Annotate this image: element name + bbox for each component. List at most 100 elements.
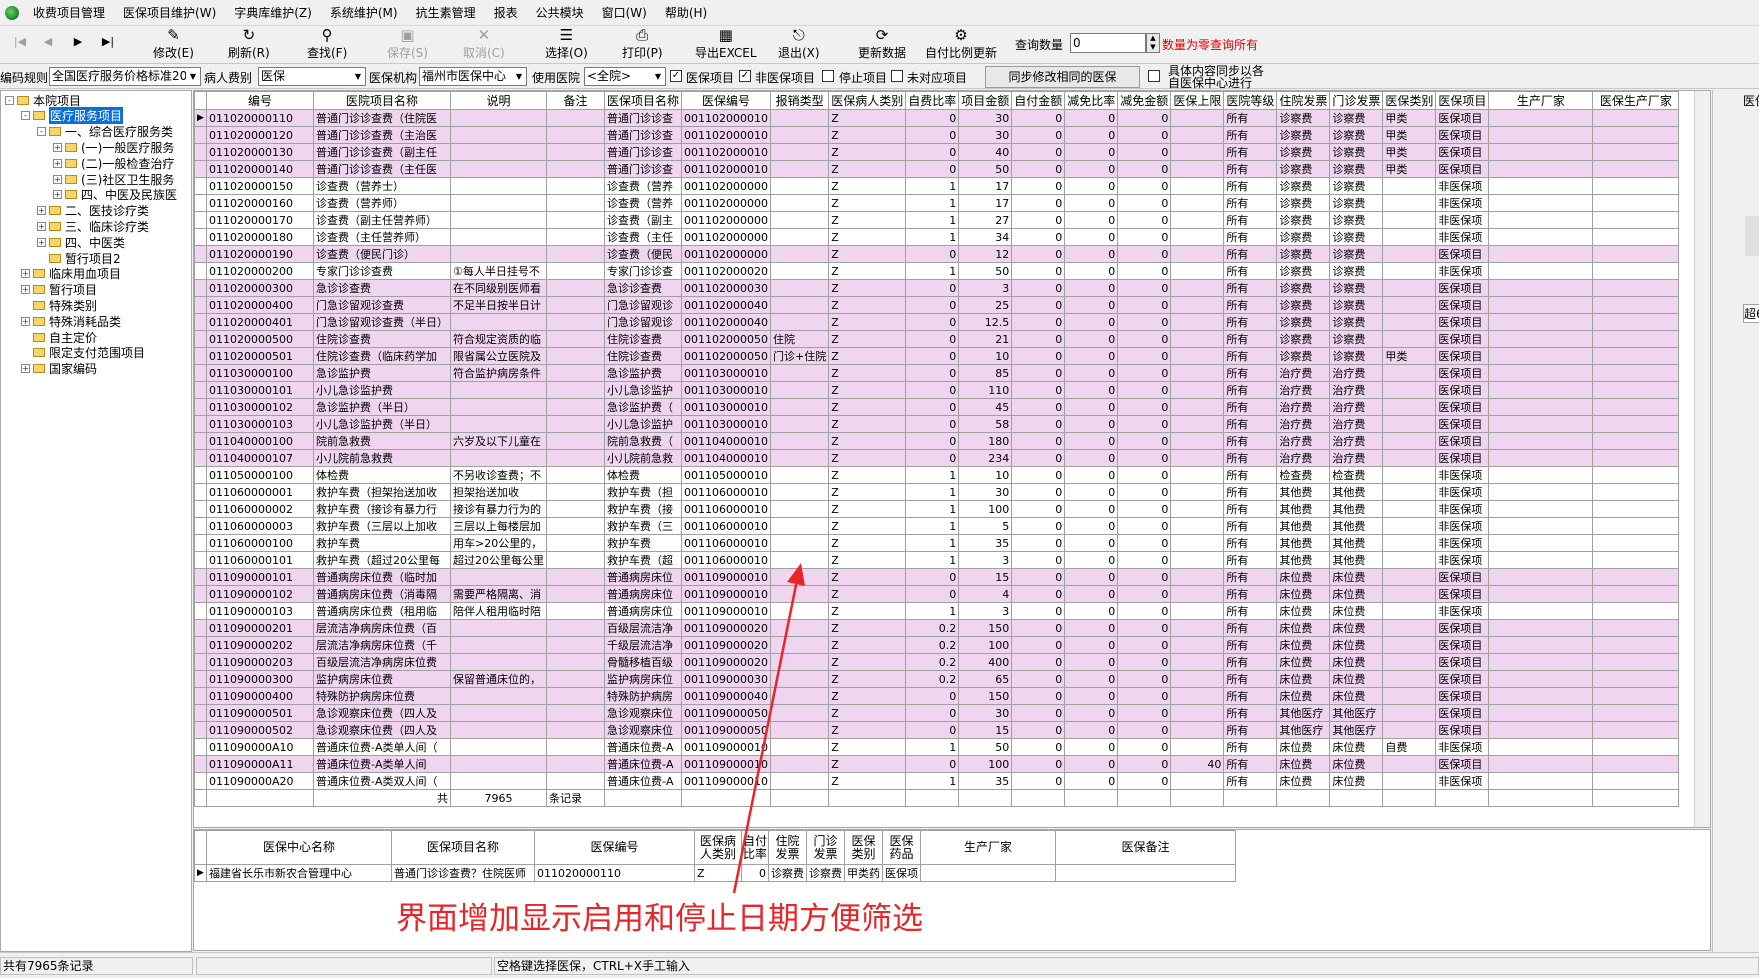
stopped-items-checkbox[interactable]: [822, 70, 834, 82]
column-header[interactable]: 医保编号: [681, 91, 771, 110]
expand-icon[interactable]: +: [53, 190, 62, 200]
table-cell[interactable]: [769, 177, 830, 195]
table-cell[interactable]: 所有: [1223, 585, 1278, 603]
table-cell[interactable]: Z: [828, 415, 907, 433]
column-header[interactable]: 自付金额: [1011, 91, 1066, 110]
table-cell[interactable]: 小儿院前急救: [603, 449, 683, 467]
table-cell[interactable]: 甲类: [1382, 347, 1437, 365]
table-cell[interactable]: [1592, 313, 1680, 331]
table-cell[interactable]: 0: [1117, 772, 1172, 790]
table-cell[interactable]: 011090000202: [206, 636, 314, 654]
table-cell[interactable]: 百级层流洁净病房床位费: [313, 653, 451, 671]
table-cell[interactable]: 其他费: [1276, 534, 1331, 552]
table-row[interactable]: 011060000002 救护车费（接诊有暴力行 接诊有暴力行为的 救护车费（接 001…: [194, 500, 1680, 518]
table-cell[interactable]: 所有: [1223, 483, 1278, 501]
table-cell[interactable]: 001109000020: [681, 619, 771, 637]
table-cell[interactable]: 011020000180: [206, 228, 314, 246]
table-cell[interactable]: 检查费: [1276, 466, 1331, 484]
table-cell[interactable]: 011020000501: [206, 347, 314, 365]
table-cell[interactable]: 诊察费: [1329, 194, 1384, 212]
table-cell[interactable]: 医保项目: [1435, 653, 1490, 671]
column-header[interactable]: 自费比率: [905, 91, 960, 110]
table-cell[interactable]: 床位费: [1276, 670, 1331, 688]
table-cell[interactable]: [450, 772, 547, 790]
table-cell[interactable]: [546, 636, 605, 654]
table-cell[interactable]: [1592, 228, 1680, 246]
table-cell[interactable]: 0: [1117, 670, 1172, 688]
table-cell[interactable]: 所有: [1223, 143, 1278, 161]
table-cell[interactable]: Z: [828, 602, 907, 620]
table-cell[interactable]: 001102000030: [681, 279, 771, 297]
exit-button[interactable]: ⎋ 退出(X): [778, 27, 820, 63]
detail-cell[interactable]: 诊察费: [768, 864, 807, 882]
table-cell[interactable]: 001109000010: [681, 585, 771, 603]
table-cell[interactable]: 27: [958, 211, 1013, 229]
table-cell[interactable]: 001102000000: [681, 211, 771, 229]
table-cell[interactable]: 110: [958, 381, 1013, 399]
table-cell[interactable]: [450, 415, 547, 433]
table-cell[interactable]: Z: [828, 500, 907, 518]
table-cell[interactable]: 0.2: [905, 653, 960, 671]
hospital-select[interactable]: <全院> ▼: [584, 67, 666, 86]
table-cell[interactable]: Z: [828, 721, 907, 739]
table-cell[interactable]: 0: [1064, 466, 1119, 484]
table-cell[interactable]: 001109000010: [681, 738, 771, 756]
table-cell[interactable]: 011020000110: [206, 109, 314, 127]
table-cell[interactable]: [450, 245, 547, 263]
table-cell[interactable]: 所有: [1223, 330, 1278, 348]
table-cell[interactable]: [1382, 602, 1437, 620]
table-row[interactable]: 011090000103 普通病房床位费（租用临 陪伴人租用临时陪 普通病房床位 001…: [194, 602, 1680, 620]
table-cell[interactable]: 0: [1117, 687, 1172, 705]
next-record-icon[interactable]: ▶: [68, 32, 88, 52]
menu-item[interactable]: 公共模块: [527, 0, 593, 26]
table-cell[interactable]: 0: [905, 245, 960, 263]
table-cell[interactable]: 住院诊查费: [313, 330, 451, 348]
table-row[interactable]: 011020000170 诊查费（副主任营养师） 诊查费（副主 00110200000…: [194, 211, 1680, 229]
table-cell[interactable]: 监护病房床位费: [313, 670, 451, 688]
table-cell[interactable]: 所有: [1223, 721, 1278, 739]
table-cell[interactable]: 17: [958, 194, 1013, 212]
table-cell[interactable]: [546, 653, 605, 671]
table-row[interactable]: 011090000A11 普通床位费-A类单人间 普通床位费-A 0011090000…: [194, 755, 1680, 773]
detail-column-header[interactable]: 门诊发票: [806, 830, 845, 865]
table-cell[interactable]: 011090000400: [206, 687, 314, 705]
table-cell[interactable]: [450, 568, 547, 586]
table-cell[interactable]: [1488, 483, 1594, 501]
table-cell[interactable]: [1488, 313, 1594, 331]
table-cell[interactable]: 医保项目: [1435, 330, 1490, 348]
table-cell[interactable]: 85: [958, 364, 1013, 382]
table-cell[interactable]: [1592, 466, 1680, 484]
table-cell[interactable]: [769, 738, 830, 756]
table-cell[interactable]: 诊察费: [1329, 347, 1384, 365]
table-cell[interactable]: [1170, 364, 1225, 382]
table-row[interactable]: 011020000180 诊查费（主任营养师） 诊查费（主任 001102000000…: [194, 228, 1680, 246]
code-rule-select[interactable]: 全国医疗服务价格标准20 ▼: [49, 67, 201, 86]
table-cell[interactable]: [450, 177, 547, 195]
table-row[interactable]: 011060000101 救护车费（超过20公里每 超过20公里每公里 救护车费（超 0…: [194, 551, 1680, 569]
table-cell[interactable]: 特殊防护病房: [603, 687, 683, 705]
table-cell[interactable]: 0: [905, 432, 960, 450]
table-cell[interactable]: [1488, 143, 1594, 161]
table-row[interactable]: 011090000102 普通病房床位费（消毒隔 需要严格隔离、消 普通病房床位 001…: [194, 585, 1680, 603]
table-cell[interactable]: 001102000000: [681, 177, 771, 195]
table-cell[interactable]: [546, 126, 605, 144]
table-cell[interactable]: Z: [828, 177, 907, 195]
detail-column-header[interactable]: 医保编号: [534, 830, 695, 865]
table-row[interactable]: ▶ 011020000110 普通门诊诊查费（住院医 普通门诊诊查 0011020000…: [194, 109, 1680, 127]
table-cell[interactable]: [1170, 738, 1225, 756]
table-cell[interactable]: 甲类: [1382, 143, 1437, 161]
table-cell[interactable]: 诊察费: [1276, 109, 1331, 127]
table-cell[interactable]: 诊查费（营养师）: [313, 194, 451, 212]
table-cell[interactable]: 床位费: [1276, 636, 1331, 654]
table-cell[interactable]: 治疗费: [1276, 449, 1331, 467]
table-cell[interactable]: [546, 347, 605, 365]
table-cell[interactable]: 所有: [1223, 160, 1278, 178]
table-row[interactable]: 011030000103 小儿急诊监护费（半日） 小儿急诊监护 00110300001…: [194, 415, 1680, 433]
table-cell[interactable]: 医保项目: [1435, 568, 1490, 586]
table-cell[interactable]: 所有: [1223, 738, 1278, 756]
table-cell[interactable]: 医保项目: [1435, 313, 1490, 331]
detail-cell[interactable]: 诊察费: [806, 864, 845, 882]
table-cell[interactable]: 其他费: [1276, 517, 1331, 535]
table-cell[interactable]: 所有: [1223, 381, 1278, 399]
table-cell[interactable]: [1488, 432, 1594, 450]
